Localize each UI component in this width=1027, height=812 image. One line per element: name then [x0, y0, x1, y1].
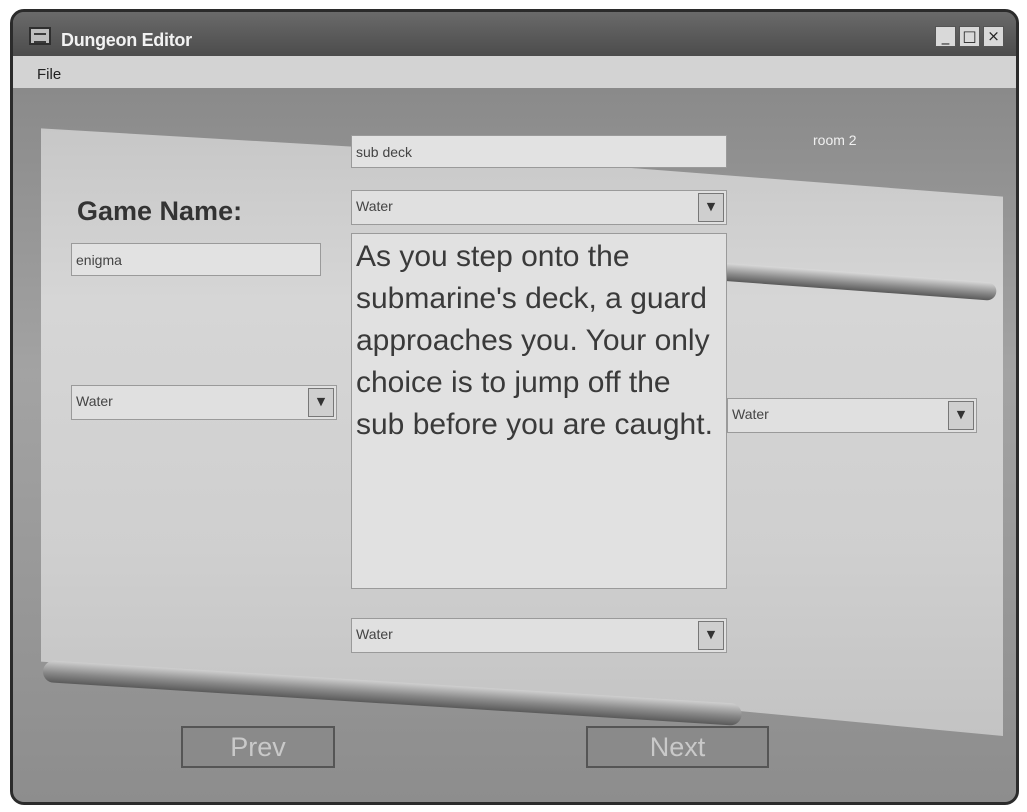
close-button[interactable]: ×	[983, 26, 1004, 47]
south-exit-value: Water	[356, 626, 393, 642]
room-label: room 2	[813, 132, 857, 148]
room-description-textarea[interactable]: As you step onto the submarine's deck, a…	[351, 233, 727, 589]
dungeon-editor-window: Dungeon Editor _ □ × File room 2 Game Na…	[10, 9, 1019, 805]
east-exit-value: Water	[732, 406, 769, 422]
north-exit-select[interactable]: Water ▼	[351, 190, 727, 225]
room-name-input[interactable]	[351, 135, 727, 168]
north-exit-value: Water	[356, 198, 393, 214]
chevron-down-icon[interactable]: ▼	[308, 388, 334, 417]
minimize-button[interactable]: _	[935, 26, 956, 47]
window-controls: _ □ ×	[935, 26, 1004, 47]
window-title: Dungeon Editor	[61, 30, 192, 50]
south-exit-select[interactable]: Water ▼	[351, 618, 727, 653]
game-name-input[interactable]	[71, 243, 321, 276]
editor-client-area: room 2 Game Name: Water ▼ Water ▼ Water …	[13, 88, 1016, 802]
menu-bar: File	[13, 56, 1016, 88]
west-exit-select[interactable]: Water ▼	[71, 385, 337, 420]
chevron-down-icon[interactable]: ▼	[948, 401, 974, 430]
app-icon	[29, 27, 51, 45]
west-exit-value: Water	[76, 393, 113, 409]
menu-file[interactable]: File	[37, 66, 61, 83]
title-bar: Dungeon Editor _ □ ×	[13, 12, 1016, 56]
next-button[interactable]: Next	[586, 726, 769, 768]
game-name-label: Game Name:	[77, 196, 243, 226]
maximize-button[interactable]: □	[959, 26, 980, 47]
chevron-down-icon[interactable]: ▼	[698, 193, 724, 222]
chevron-down-icon[interactable]: ▼	[698, 621, 724, 650]
east-exit-select[interactable]: Water ▼	[727, 398, 977, 433]
prev-button[interactable]: Prev	[181, 726, 335, 768]
